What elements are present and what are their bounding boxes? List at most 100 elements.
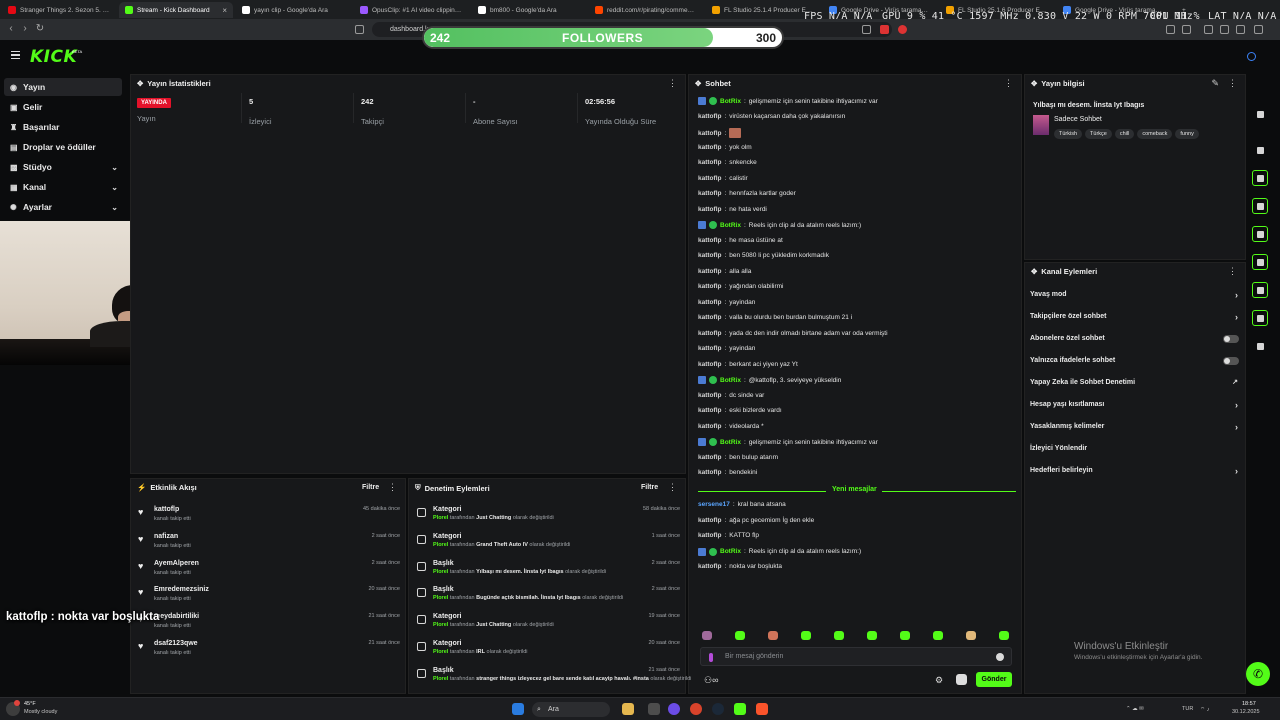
channel-action-item[interactable]: Yasaklanmış kelimeler › [1030,422,1242,437]
filter-button[interactable]: Filtre [641,484,658,491]
sidebar-item-kanal[interactable]: ▦ Kanal ⌄ [4,178,122,196]
more-options-icon[interactable]: ⋮ [1004,78,1013,89]
quick-action-add-icon[interactable] [1252,338,1268,354]
toggle-switch[interactable] [1223,335,1239,343]
channel-action-item[interactable]: İzleyici Yönlendir [1030,445,1242,459]
windows-start-icon[interactable] [512,703,524,715]
activity-item[interactable]: ♥ nafizan kanalı takip etti 2 saat önce [138,533,400,557]
emote-icon[interactable] [900,631,910,640]
chat-username[interactable]: kattoflp [698,454,721,461]
moderation-item[interactable]: Kategori Plorel tarafından Just Chatting … [416,613,680,637]
app-icon-2[interactable] [690,703,702,715]
download-icon[interactable] [1236,25,1245,34]
moderator-name[interactable]: Plorel [433,542,448,548]
chat-username[interactable]: kattoflp [698,159,721,166]
brave-shield-icon[interactable] [880,25,889,34]
bookmark-icon[interactable] [355,25,364,34]
more-options-icon[interactable]: ⋮ [668,482,677,493]
channel-action-item[interactable]: Abonelere özel sohbet [1030,335,1242,349]
profile-icon[interactable] [1220,25,1229,34]
moderator-name[interactable]: Plorel [433,515,448,521]
channel-action-item[interactable]: Yapay Zeka ile Sohbet Denetimi ↗ [1030,379,1242,393]
chat-username[interactable]: BotRix [720,377,741,384]
hamburger-menu-icon[interactable] [11,51,20,59]
moderator-name[interactable]: Plorel [433,649,448,655]
activity-username[interactable]: AyemAlperen [154,560,199,567]
chat-username[interactable]: BotRix [720,98,741,105]
chat-username[interactable]: kattoflp [698,113,721,120]
emote-icon[interactable] [933,631,943,640]
moderation-item[interactable]: Kategori Plorel tarafından Just Chatting … [416,506,680,530]
sidebar-item-studyo[interactable]: ▩ Stüdyo ⌄ [4,158,122,176]
wallet-icon[interactable] [1182,25,1191,34]
moderation-item[interactable]: Kategori Plorel tarafından Grand Theft Au… [416,533,680,557]
chat-username[interactable]: kattoflp [698,190,721,197]
chat-mod-icon[interactable] [956,674,967,685]
chat-username[interactable]: kattoflp [698,330,721,337]
toggle-switch[interactable] [1223,357,1239,365]
back-icon[interactable]: ‹ [6,24,16,34]
emote-icon[interactable] [834,631,844,640]
moderation-item[interactable]: Başlık Plorel tarafından Yılbaşı mı desem… [416,560,680,584]
chat-username[interactable]: kattoflp [698,469,721,476]
moderation-item[interactable]: Başlık Plorel tarafından stranger things … [416,667,691,691]
emote-icon[interactable] [999,631,1009,640]
app-icon-1[interactable] [668,703,680,715]
filter-button[interactable]: Filtre [362,484,379,491]
drag-handle-icon[interactable]: ✥ [1031,267,1037,276]
channel-action-item[interactable]: Hedefleri belirleyin › [1030,466,1242,481]
chat-username[interactable]: kattoflp [698,345,721,352]
moderator-name[interactable]: Plorel [433,569,448,575]
more-options-icon[interactable]: ⋮ [1228,266,1237,277]
send-button[interactable]: Gönder [976,672,1012,687]
reload-icon[interactable]: ↻ [35,24,45,34]
kick-logo[interactable]: KICK [30,47,77,67]
sidebar-item-ayarlar[interactable]: ✺ Ayarlar ⌄ [4,198,122,216]
activity-username[interactable]: dsaf2123qwe [154,640,198,647]
activity-item[interactable]: ♥ meydabirtiliki kanalı takip etti 21 saat … [138,613,400,637]
chat-input[interactable]: Bir mesaj gönderin [700,647,1012,666]
sidebar-toggle-icon[interactable] [1204,25,1213,34]
chat-username[interactable]: kattoflp [698,563,721,570]
chat-username[interactable]: kattoflp [698,517,721,524]
expand-icon[interactable] [1252,142,1268,158]
browser-tab[interactable]: OpusClip: #1 AI video clipping and [354,2,468,18]
clock-date[interactable]: 30.12.2025 [1232,709,1260,715]
drag-handle-icon[interactable]: ✥ [137,79,143,88]
steam-icon[interactable] [712,703,724,715]
quick-action-bolt-icon[interactable] [1252,170,1268,186]
chat-username[interactable]: sersene17 [698,501,730,508]
emote-icon[interactable] [768,631,778,640]
chat-username[interactable]: kattoflp [698,283,721,290]
chat-username[interactable]: kattoflp [698,252,721,259]
channel-action-item[interactable]: Yalnızca ifadelerle sohbet [1030,357,1242,371]
chat-username[interactable]: kattoflp [698,299,721,306]
channel-action-item[interactable]: Takipçilere özel sohbet › [1030,312,1242,327]
quick-action-broadcast-icon[interactable] [1252,254,1268,270]
browser-tab[interactable]: FL Studio 25.1.4 Producer Edition Y [706,2,820,18]
more-options-icon[interactable]: ⋮ [1228,78,1237,89]
close-tab-icon[interactable]: × [222,6,227,15]
brave-rewards-icon[interactable] [898,25,907,34]
chat-username[interactable]: kattoflp [698,130,721,137]
quick-action-wrench-icon[interactable] [1252,310,1268,326]
emote-icon[interactable] [801,631,811,640]
emote-icon[interactable] [867,631,877,640]
chat-username[interactable]: kattoflp [698,361,721,368]
activity-item[interactable]: ♥ Emredemezsiniz kanalı takip etti 20 saat … [138,586,400,610]
edit-layout-icon[interactable] [1252,106,1268,122]
tray-icons[interactable]: ⌃ ☁ ✉ [1126,706,1144,712]
chat-username[interactable]: kattoflp [698,423,721,430]
chat-tools-icon[interactable]: ⚇∞ [704,675,718,686]
browser-tab[interactable]: bm800 - Google'da Ara [472,2,586,18]
chat-username[interactable]: kattoflp [698,392,721,399]
edit-icon[interactable]: ✎ [1211,78,1219,89]
quick-action-save-icon[interactable] [1252,282,1268,298]
browser-tab[interactable]: reddit.com/r/pirating/comments/ [589,2,703,18]
chat-username[interactable]: kattoflp [698,175,721,182]
moderation-item[interactable]: Kategori Plorel tarafından IRL olarak değ… [416,640,680,664]
chat-username[interactable]: kattoflp [698,314,721,321]
quick-action-chat-icon[interactable] [1252,226,1268,242]
task-view-icon[interactable] [648,703,660,715]
emote-icon[interactable] [735,631,745,640]
